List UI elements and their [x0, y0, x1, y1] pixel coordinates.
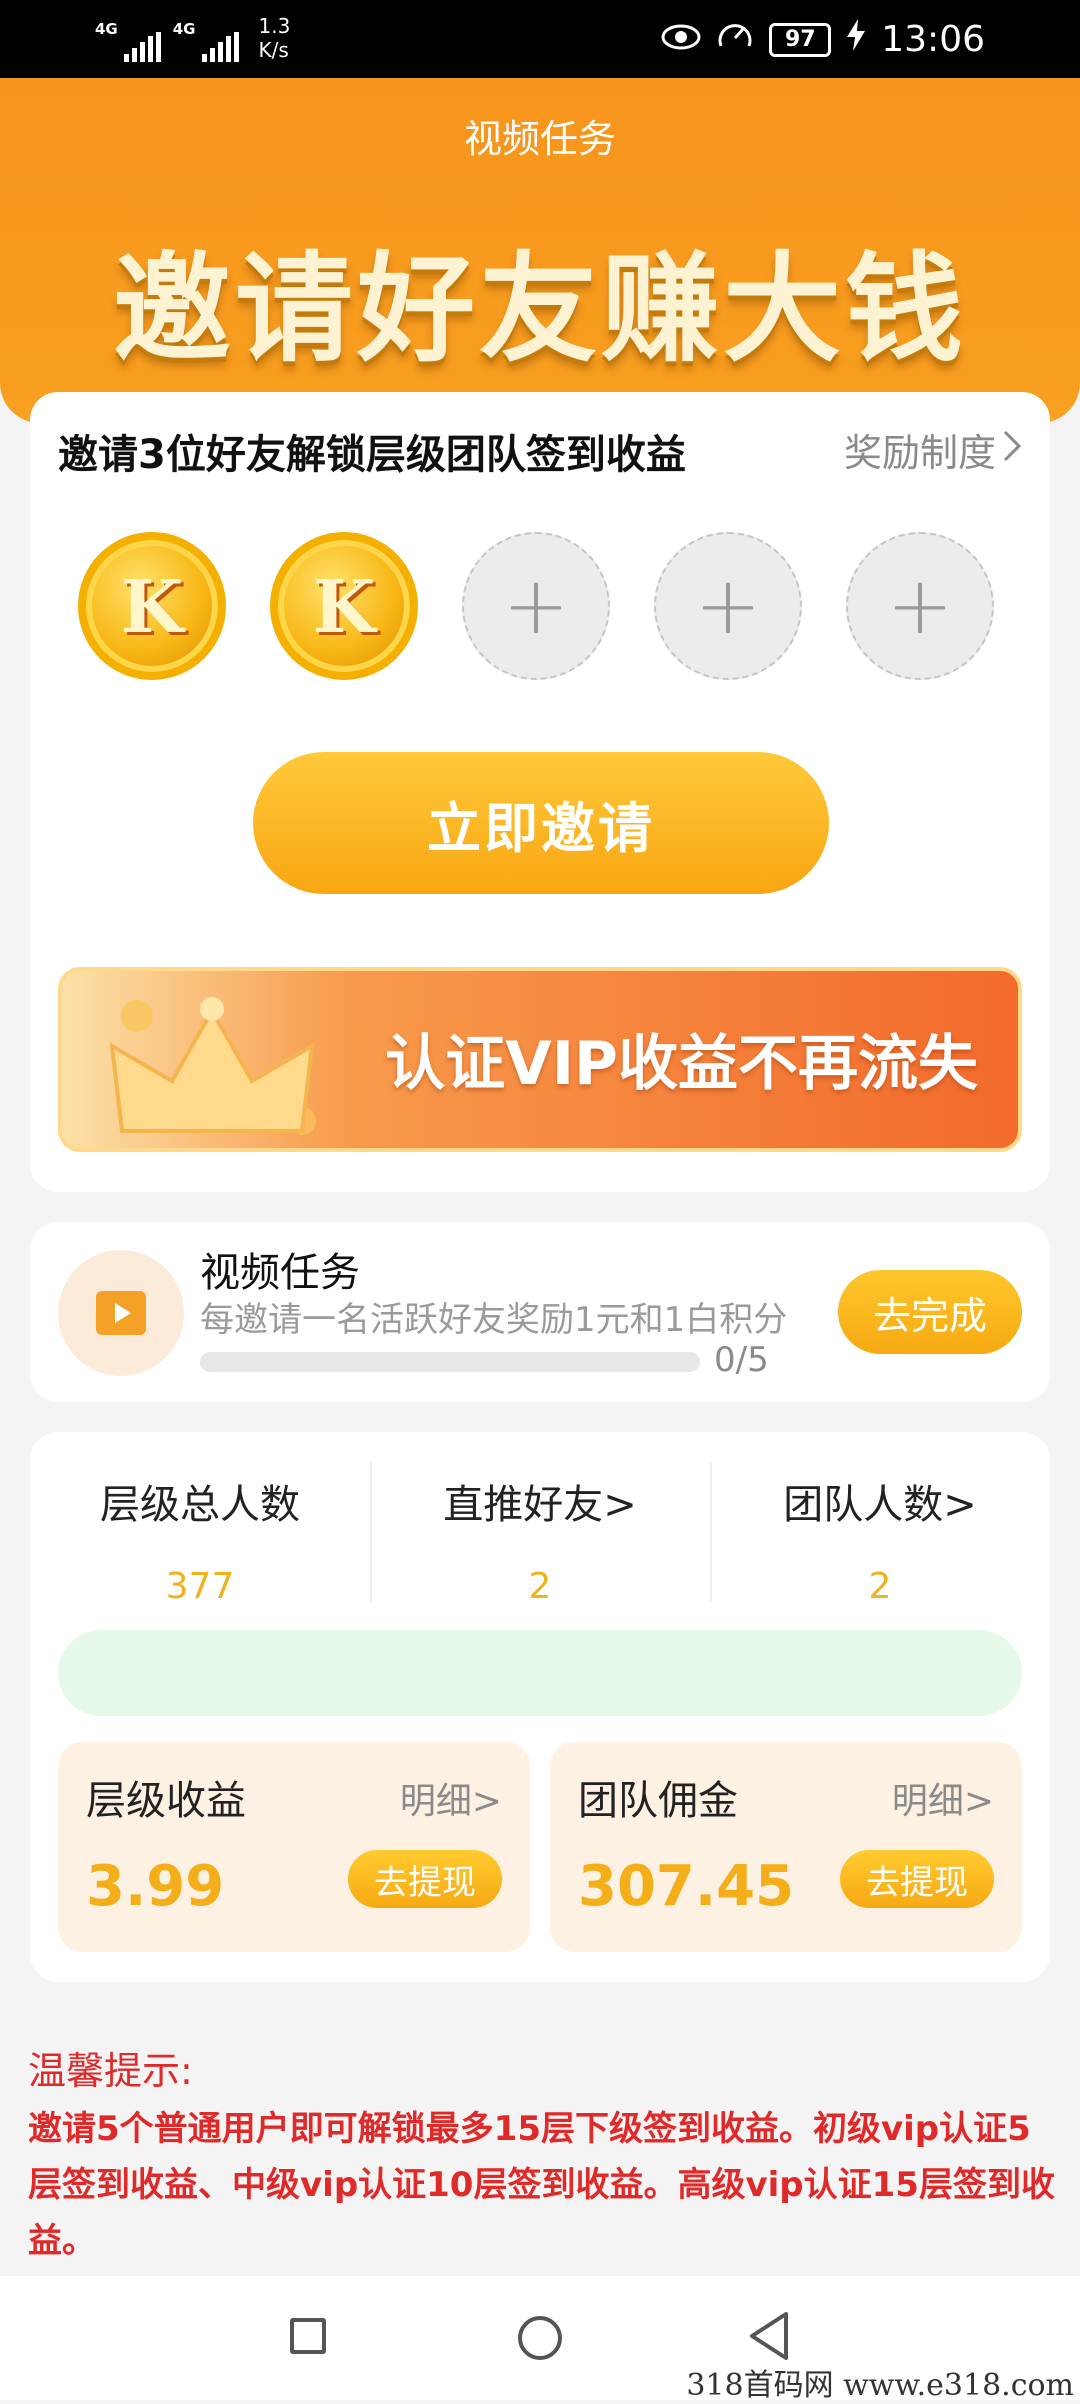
- tips-body: 邀请5个普通用户即可解锁最多15层下级签到收益。初级vip认证5层签到收益、中级…: [28, 2109, 1055, 2261]
- speed-gauge-icon: [717, 18, 753, 61]
- invite-slots: K K + + +: [78, 532, 994, 680]
- signal-1: 4G: [95, 20, 161, 62]
- team-stats-card: 层级总人数 377 直推好友> 2 团队人数> 2 层级收益 明细> 3.99 …: [30, 1432, 1050, 1982]
- clock: 13:06: [881, 19, 985, 60]
- invited-friend-coin-icon: K: [270, 532, 418, 680]
- team-commission-panel: 团队佣金 明细> 307.45 去提现: [550, 1742, 1022, 1952]
- speed-unit: K/s: [258, 38, 289, 62]
- level-withdraw-button[interactable]: 去提现: [348, 1850, 502, 1908]
- stat-value: 377: [165, 1566, 235, 1607]
- stat-value: 2: [868, 1566, 892, 1607]
- video-task-icon: [58, 1250, 184, 1376]
- stat-direct-friends[interactable]: 直推好友> 2: [370, 1452, 710, 1607]
- vip-banner-text: 认证VIP收益不再流失: [385, 1029, 978, 1099]
- plus-label: +: [694, 559, 762, 652]
- invited-friend-coin-icon: K: [78, 532, 226, 680]
- empty-invite-slot-plus-icon[interactable]: +: [654, 532, 802, 680]
- signal-bars-icon: [201, 32, 239, 62]
- empty-invite-slot-plus-icon[interactable]: +: [462, 532, 610, 680]
- video-task-card: 视频任务 每邀请一名活跃好友奖励1元和1白积分 0/5 去完成: [30, 1222, 1050, 1402]
- level-earnings-panel: 层级收益 明细> 3.99 去提现: [58, 1742, 530, 1952]
- vip-certification-banner[interactable]: 认证VIP收益不再流失: [58, 967, 1022, 1152]
- go-complete-button[interactable]: 去完成: [838, 1270, 1022, 1354]
- stat-total-level-members: 层级总人数 377: [30, 1452, 370, 1607]
- task-description: 每邀请一名活跃好友奖励1元和1白积分: [200, 1300, 788, 1340]
- network-speed: 1.3 K/s: [259, 14, 291, 62]
- chevron-right-icon: [1002, 428, 1022, 472]
- task-progress-bar: [200, 1352, 700, 1372]
- stat-team-members[interactable]: 团队人数> 2: [710, 1452, 1050, 1607]
- status-right: 97 13:06: [661, 18, 985, 61]
- level-earnings-title: 层级收益: [86, 1778, 246, 1824]
- plus-label: +: [886, 559, 954, 652]
- invite-card: 邀请3位好友解锁层级团队签到收益 奖励制度 K K + + + 立即邀请 认证V…: [30, 392, 1050, 1192]
- charging-icon: [847, 19, 866, 60]
- status-bar: 4G 4G 1.3 K/s 97 13:06: [0, 0, 1080, 78]
- notice-bar: [58, 1630, 1022, 1716]
- team-commission-amount: 307.45: [578, 1854, 795, 1919]
- stat-label: 层级总人数: [100, 1482, 300, 1528]
- level-earnings-detail-link[interactable]: 明细>: [400, 1772, 502, 1824]
- watermark-text: 318首码网 www.e318.com: [686, 2368, 1074, 2403]
- level-earnings-amount: 3.99: [86, 1854, 225, 1919]
- reward-rules-label: 奖励制度: [843, 431, 996, 475]
- stats-row: 层级总人数 377 直推好友> 2 团队人数> 2: [30, 1452, 1050, 1607]
- stat-value: 2: [528, 1566, 552, 1607]
- home-circle-icon[interactable]: [518, 2316, 562, 2360]
- stat-label: 直推好友>: [443, 1482, 637, 1528]
- coin-label: K: [120, 563, 184, 649]
- battery-icon: 97: [769, 22, 832, 57]
- stat-label: 团队人数>: [783, 1482, 977, 1528]
- eye-icon: [661, 19, 701, 60]
- team-commission-title: 团队佣金: [578, 1778, 738, 1824]
- invite-now-button[interactable]: 立即邀请: [253, 752, 829, 894]
- empty-invite-slot-plus-icon[interactable]: +: [846, 532, 994, 680]
- plus-label: +: [502, 559, 570, 652]
- tips-section: 温馨提示: 邀请5个普通用户即可解锁最多15层下级签到收益。初级vip认证5层签…: [28, 2040, 1058, 2269]
- status-left: 4G 4G 1.3 K/s: [95, 14, 290, 62]
- hero-banner-text: 邀请好友赚大钱: [112, 239, 967, 378]
- team-commission-detail-link[interactable]: 明细>: [892, 1772, 994, 1824]
- network-type-2: 4G: [172, 20, 196, 38]
- speed-value: 1.3: [258, 14, 291, 38]
- tips-heading: 温馨提示:: [28, 2049, 193, 2093]
- crown-icon: [109, 997, 316, 1135]
- coin-label: K: [312, 563, 376, 649]
- network-type-1: 4G: [95, 20, 118, 38]
- task-title: 视频任务: [200, 1250, 360, 1296]
- task-progress-count: 0/5: [714, 1340, 769, 1380]
- hero-header: 视频任务 邀请好友赚大钱: [0, 78, 1080, 423]
- reward-rules-link[interactable]: 奖励制度: [844, 422, 1022, 477]
- team-withdraw-button[interactable]: 去提现: [840, 1850, 994, 1908]
- signal-2: 4G: [173, 20, 239, 62]
- invite-card-title: 邀请3位好友解锁层级团队签到收益: [58, 432, 686, 478]
- signal-bars-icon: [123, 32, 161, 62]
- recent-apps-square-icon[interactable]: [290, 2318, 326, 2354]
- page-title: 视频任务: [463, 117, 616, 161]
